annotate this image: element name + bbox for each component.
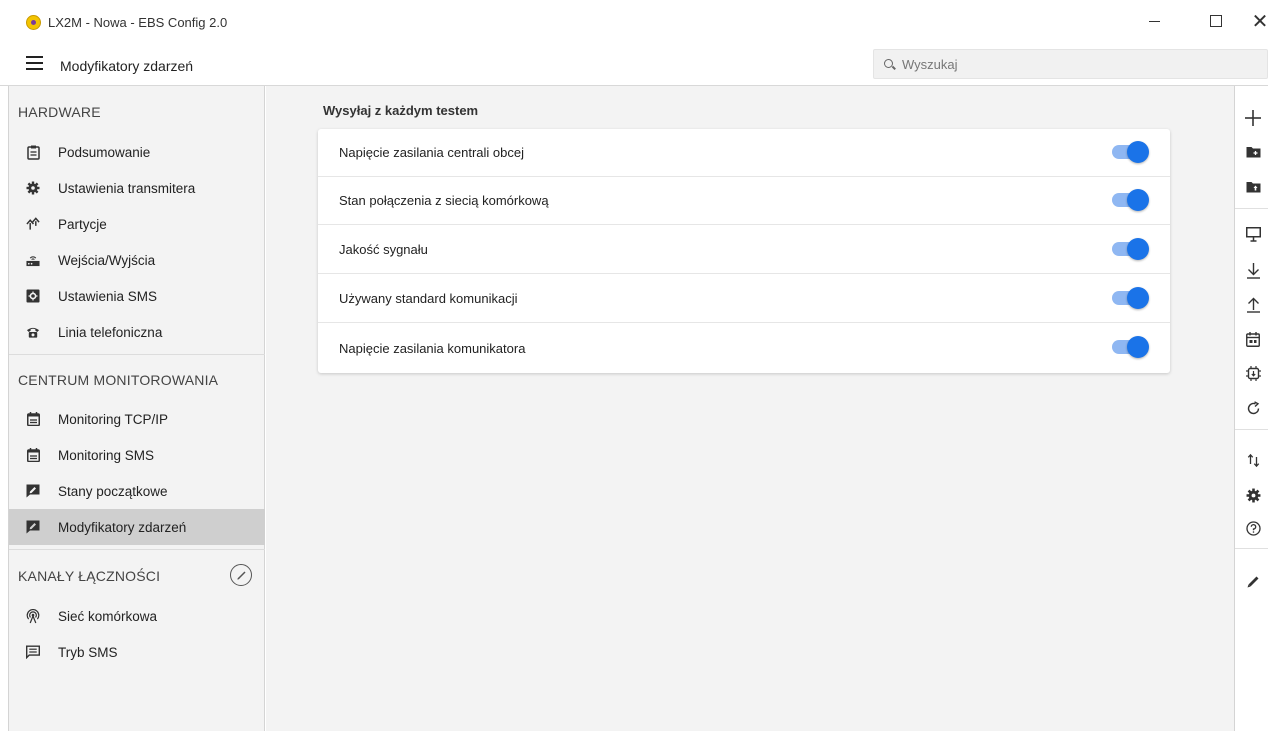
sidebar-item-label: Sieć komórkowa — [58, 608, 158, 624]
monitor-icon[interactable] — [1243, 224, 1263, 244]
maximize-icon — [1210, 15, 1222, 27]
toggle-knob — [1127, 141, 1149, 163]
app-header: Modyfikatory zdarzeń — [0, 43, 1268, 86]
partition-icon — [26, 217, 40, 231]
help-icon[interactable] — [1243, 518, 1263, 538]
gear-icon — [26, 181, 40, 195]
sidebar-item-label: Ustawienia transmitera — [58, 180, 196, 196]
antenna-icon — [26, 608, 40, 623]
toggle-switch[interactable] — [1112, 287, 1149, 309]
search-icon — [884, 58, 895, 70]
sidebar-item-ustawienia-transmitera[interactable]: Ustawienia transmitera — [9, 170, 265, 206]
setting-label: Jakość sygnału — [339, 242, 428, 257]
setting-label: Napięcie zasilania komunikatora — [339, 340, 526, 356]
comment-edit-icon — [26, 520, 40, 534]
sidebar-item-ustawienia-sms[interactable]: Ustawienia SMS — [9, 278, 265, 314]
refresh-icon[interactable] — [1243, 398, 1263, 418]
sidebar-item-label: Modyfikatory zdarzeń — [58, 519, 187, 535]
sidebar-item-label: Monitoring SMS — [58, 447, 155, 463]
sidebar-item-podsumowanie[interactable]: Podsumowanie — [9, 134, 265, 170]
setting-row: Używany standard komunikacji — [318, 275, 1170, 323]
setting-label: Napięcie zasilania centrali obcej — [339, 145, 524, 160]
right-toolbar — [1234, 86, 1268, 731]
minimize-button[interactable] — [1142, 10, 1166, 32]
setting-row: Napięcie zasilania komunikatora — [318, 324, 1170, 372]
setting-label: Używany standard komunikacji — [339, 291, 518, 306]
calendar-icon[interactable] — [1243, 329, 1263, 349]
sidebar-item-siec-komorkowa[interactable]: Sieć komórkowa — [9, 598, 265, 634]
hamburger-menu-icon[interactable] — [26, 56, 43, 71]
toolbar-divider — [1235, 208, 1268, 209]
toggle-knob — [1127, 287, 1149, 309]
sidebar-item-label: Ustawienia SMS — [58, 288, 158, 304]
plus-icon[interactable] — [1243, 108, 1263, 128]
io-icon — [26, 253, 40, 267]
section-divider — [9, 549, 265, 550]
toggle-switch[interactable] — [1112, 238, 1149, 260]
toolbar-divider — [1235, 429, 1268, 430]
window-title: LX2M - Nowa - EBS Config 2.0 — [48, 15, 228, 30]
gear-icon[interactable] — [1243, 485, 1263, 505]
toggle-switch[interactable] — [1112, 189, 1149, 211]
sidebar-item-label: Tryb SMS — [58, 644, 118, 660]
toggle-knob — [1127, 238, 1149, 260]
pencil-icon — [236, 570, 246, 580]
sidebar-item-label: Monitoring TCP/IP — [58, 411, 169, 427]
search-input[interactable] — [902, 56, 1232, 72]
toggle-knob — [1127, 336, 1149, 358]
section-title-kanaly-lacznosci: KANAŁY ŁĄCZNOŚCI — [18, 568, 161, 584]
pencil-icon[interactable] — [1243, 571, 1263, 591]
sidebar-item-label: Partycje — [58, 216, 107, 232]
sidebar-item-label: Wejścia/Wyjścia — [58, 252, 156, 268]
calendar-icon — [26, 412, 40, 426]
setting-row: Napięcie zasilania centrali obcej — [318, 129, 1170, 177]
phone-icon — [26, 325, 40, 339]
maximize-button[interactable] — [1204, 10, 1228, 32]
section-title-hardware: HARDWARE — [18, 104, 101, 120]
page-title: Modyfikatory zdarzeń — [60, 58, 194, 74]
sidebar: HARDWARE Podsumowanie Ustawienia transmi… — [8, 86, 265, 731]
sidebar-item-monitoring-tcp-ip[interactable]: Monitoring TCP/IP — [9, 401, 265, 437]
sidebar-item-stany-poczatkowe[interactable]: Stany początkowe — [9, 473, 265, 509]
section-heading: Wysyłaj z każdym testem — [323, 103, 479, 118]
close-button[interactable]: ✕ — [1248, 10, 1268, 33]
setting-label: Stan połączenia z siecią komórkową — [339, 193, 549, 208]
sidebar-item-modyfikatory-zdarzen[interactable]: Modyfikatory zdarzeń — [9, 509, 265, 545]
setting-row: Jakość sygnału — [318, 226, 1170, 274]
title-bar: LX2M - Nowa - EBS Config 2.0 ✕ — [0, 0, 1268, 43]
sidebar-item-monitoring-sms[interactable]: Monitoring SMS — [9, 437, 265, 473]
download-icon[interactable] — [1243, 260, 1263, 280]
sidebar-item-tryb-sms[interactable]: Tryb SMS — [9, 634, 265, 670]
close-icon: ✕ — [1251, 10, 1268, 33]
sidebar-item-label: Stany początkowe — [58, 483, 168, 499]
search-box[interactable] — [873, 49, 1268, 79]
chip-icon[interactable] — [1243, 363, 1263, 383]
clipboard-icon — [26, 145, 40, 160]
section-divider — [9, 354, 265, 355]
sidebar-item-wejscia-wyjscia[interactable]: Wejścia/Wyjścia — [9, 242, 265, 278]
toggle-knob — [1127, 189, 1149, 211]
toolbar-divider — [1235, 548, 1268, 549]
edit-channels-button[interactable] — [230, 564, 252, 586]
section-title-centrum-monitorowania: CENTRUM MONITOROWANIA — [18, 372, 219, 388]
upload-icon[interactable] — [1243, 294, 1263, 314]
toggle-switch[interactable] — [1112, 141, 1149, 163]
toggle-switch[interactable] — [1112, 336, 1149, 358]
folder-upload-icon[interactable] — [1243, 177, 1263, 197]
message-icon — [26, 645, 40, 659]
comment-edit-icon — [26, 484, 40, 498]
sidebar-item-partycje[interactable]: Partycje — [9, 206, 265, 242]
sidebar-item-label: Linia telefoniczna — [58, 324, 163, 340]
sidebar-item-label: Podsumowanie — [58, 144, 151, 160]
app-logo-icon — [26, 15, 41, 30]
sort-icon[interactable] — [1243, 450, 1263, 470]
minimize-icon — [1148, 20, 1160, 22]
sidebar-item-linia-telefoniczna[interactable]: Linia telefoniczna — [9, 314, 265, 350]
settings-card: Napięcie zasilania centrali obcej Stan p… — [318, 129, 1170, 373]
main-content: Wysyłaj z każdym testem Napięcie zasilan… — [266, 86, 1234, 731]
calendar-icon — [26, 448, 40, 462]
folder-add-icon[interactable] — [1243, 142, 1263, 162]
sms-settings-icon — [26, 289, 40, 303]
setting-row: Stan połączenia z siecią komórkową — [318, 177, 1170, 225]
